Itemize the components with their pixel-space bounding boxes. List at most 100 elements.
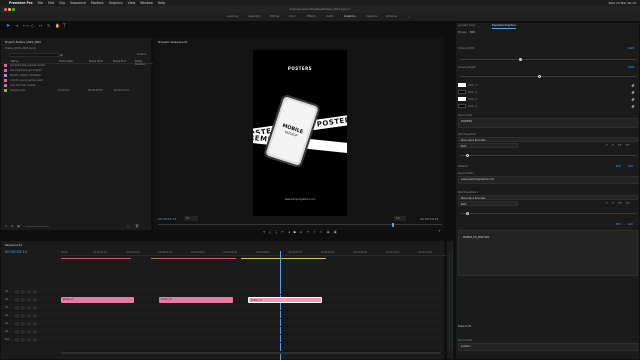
- toggle-output-icon[interactable]: [27, 337, 31, 342]
- playhead-marker[interactable]: [392, 222, 394, 227]
- mark-out-icon[interactable]: }: [275, 230, 277, 235]
- workspace-graphics[interactable]: Graphics: [344, 15, 355, 18]
- step-forward-icon[interactable]: ▸: [300, 230, 302, 235]
- mute-icon[interactable]: [33, 297, 37, 302]
- toggle-output-icon[interactable]: [27, 313, 31, 318]
- sync-lock-icon[interactable]: [21, 289, 25, 294]
- color-4-swatch[interactable]: [458, 104, 466, 108]
- track-row[interactable]: A1: [1, 312, 446, 319]
- track-select-tool-icon[interactable]: ⇥: [15, 23, 18, 28]
- subtab-edit[interactable]: Edit: [470, 31, 475, 34]
- font-select-2[interactable]: Mona Sans Rounded: [458, 195, 638, 200]
- play-button[interactable]: ▶: [294, 230, 297, 235]
- toggle-output-icon[interactable]: [27, 321, 31, 326]
- replace-media-box[interactable]: MOBILE_UP_POSITION: [458, 230, 638, 276]
- font-select[interactable]: Mona Sans Rounded: [458, 137, 638, 142]
- timeline-ruler[interactable]: 00:00 00:00:01:00 00:00:02:00 00:00:03:00 00…: [61, 251, 446, 256]
- track-label[interactable]: V2: [5, 298, 8, 301]
- program-timecode[interactable]: 00:00:03:13: [158, 217, 176, 221]
- workspace-learning[interactable]: Learning: [227, 15, 238, 18]
- track-row[interactable]: Mix: [1, 336, 446, 343]
- text-size-slider[interactable]: [460, 155, 636, 156]
- workspace-audio[interactable]: Audio: [326, 15, 333, 18]
- sync-lock-icon[interactable]: [21, 321, 25, 326]
- lock-track-icon[interactable]: [15, 329, 19, 334]
- text-size-slider-2[interactable]: [460, 213, 636, 214]
- project-search-input[interactable]: [9, 53, 59, 57]
- pen-tool-icon[interactable]: ✎: [47, 23, 50, 28]
- workspace-color[interactable]: Color: [289, 15, 296, 18]
- new-bin-icon[interactable]: ▤: [60, 53, 63, 57]
- toggle-output-icon[interactable]: [27, 297, 31, 302]
- sync-lock-icon[interactable]: [21, 297, 25, 302]
- mute-icon[interactable]: [33, 321, 37, 326]
- text-size-slider-knob[interactable]: [466, 153, 469, 157]
- project-row[interactable]: Modern Graphic Template: [4, 73, 149, 77]
- small-caps-icon[interactable]: Tт: [626, 143, 630, 147]
- toggle-output-icon[interactable]: [27, 329, 31, 334]
- project-row[interactable]: Sequence 01 25.00 fps 00:00:00:00 00:00:10:…: [4, 88, 149, 92]
- ripple-edit-tool-icon[interactable]: ⟷: [23, 23, 29, 28]
- razor-tool-icon[interactable]: ◇: [31, 23, 34, 28]
- timeline-timecode[interactable]: 00:00:03:13: [5, 250, 27, 254]
- timeline-clip-selected[interactable]: Poster_v3: [248, 297, 322, 303]
- screen-width-slider-knob[interactable]: [519, 57, 522, 61]
- track-label[interactable]: V3: [5, 290, 8, 293]
- mute-icon[interactable]: [33, 337, 37, 342]
- rotation-add-button[interactable]: Add: [628, 165, 633, 168]
- write-lock-icon[interactable]: ✎: [5, 224, 8, 228]
- font-style-select-2[interactable]: Bold: [458, 201, 518, 206]
- go-to-out-icon[interactable]: ⇥: [306, 230, 309, 235]
- comparison-view-icon[interactable]: ▣: [334, 230, 337, 235]
- lock-track-icon[interactable]: [15, 337, 19, 342]
- lift-icon[interactable]: ⇧: [313, 230, 316, 235]
- project-tab[interactable]: Project: Posters_2024_2023: [5, 41, 41, 44]
- source-text-input[interactable]: POSTERS: [458, 118, 638, 128]
- all-caps-icon[interactable]: TT: [618, 201, 622, 205]
- timeline-clip[interactable]: Poster_v2: [159, 297, 233, 303]
- screen-width-slider[interactable]: [460, 59, 636, 60]
- eyedropper-icon[interactable]: [631, 104, 635, 109]
- workspace-assembly[interactable]: Assembly: [248, 15, 261, 18]
- replace-edit-button[interactable]: Edit: [616, 223, 621, 226]
- mute-icon[interactable]: [33, 305, 37, 310]
- mute-icon[interactable]: [33, 313, 37, 318]
- workspace-effects[interactable]: Effects: [307, 15, 316, 18]
- screen-height-value[interactable]: 1080: [628, 66, 634, 69]
- minimize-window-button[interactable]: [8, 8, 11, 11]
- timeline-scrollbar[interactable]: [61, 351, 446, 354]
- project-row[interactable]: man hair hair outside: [4, 83, 149, 87]
- sync-lock-icon[interactable]: [21, 337, 25, 342]
- timeline-clip[interactable]: Poster_v1: [61, 297, 134, 303]
- add-button-icon[interactable]: +: [438, 229, 441, 233]
- eyedropper-icon[interactable]: [631, 90, 635, 95]
- font-style-select[interactable]: Bold: [458, 143, 518, 148]
- project-row[interactable]: colorful young women walk: [4, 78, 149, 82]
- workspace-captions[interactable]: Captions: [366, 15, 377, 18]
- eyedropper-icon[interactable]: [631, 83, 635, 88]
- slip-tool-icon[interactable]: ↔: [39, 23, 42, 28]
- all-caps-icon[interactable]: TT: [618, 143, 622, 147]
- fit-select[interactable]: Fit: [184, 216, 198, 221]
- lock-track-icon[interactable]: [15, 297, 19, 302]
- export-frame-icon[interactable]: ◉: [327, 230, 330, 235]
- lock-track-icon[interactable]: [15, 305, 19, 310]
- faux-bold-icon[interactable]: T: [606, 143, 608, 147]
- screen-height-slider[interactable]: [460, 76, 636, 77]
- color-2-swatch[interactable]: [458, 90, 466, 94]
- color-1-swatch[interactable]: [458, 83, 466, 87]
- workspaces-overflow-icon[interactable]: »: [408, 15, 410, 19]
- sync-lock-icon[interactable]: [21, 313, 25, 318]
- track-row[interactable]: V1: [1, 304, 446, 311]
- list-view-icon[interactable]: ≡: [11, 224, 14, 228]
- program-tab[interactable]: Program: Sequence 01: [158, 41, 188, 44]
- tab-essential-graphics[interactable]: Essential Graphics: [492, 24, 516, 27]
- track-label[interactable]: A2: [5, 322, 8, 325]
- track-label[interactable]: A1: [5, 314, 8, 317]
- tab-lumetri[interactable]: Lumetri Color: [458, 24, 476, 27]
- scale-to-fit-label[interactable]: Scale to Fit: [458, 325, 471, 328]
- selection-tool-icon[interactable]: ➤: [6, 23, 10, 29]
- text-size-slider-knob-2[interactable]: [466, 211, 469, 215]
- project-row[interactable]: Dancing Scene girl rhythm: [4, 68, 149, 72]
- step-back-icon[interactable]: ◂: [288, 230, 290, 235]
